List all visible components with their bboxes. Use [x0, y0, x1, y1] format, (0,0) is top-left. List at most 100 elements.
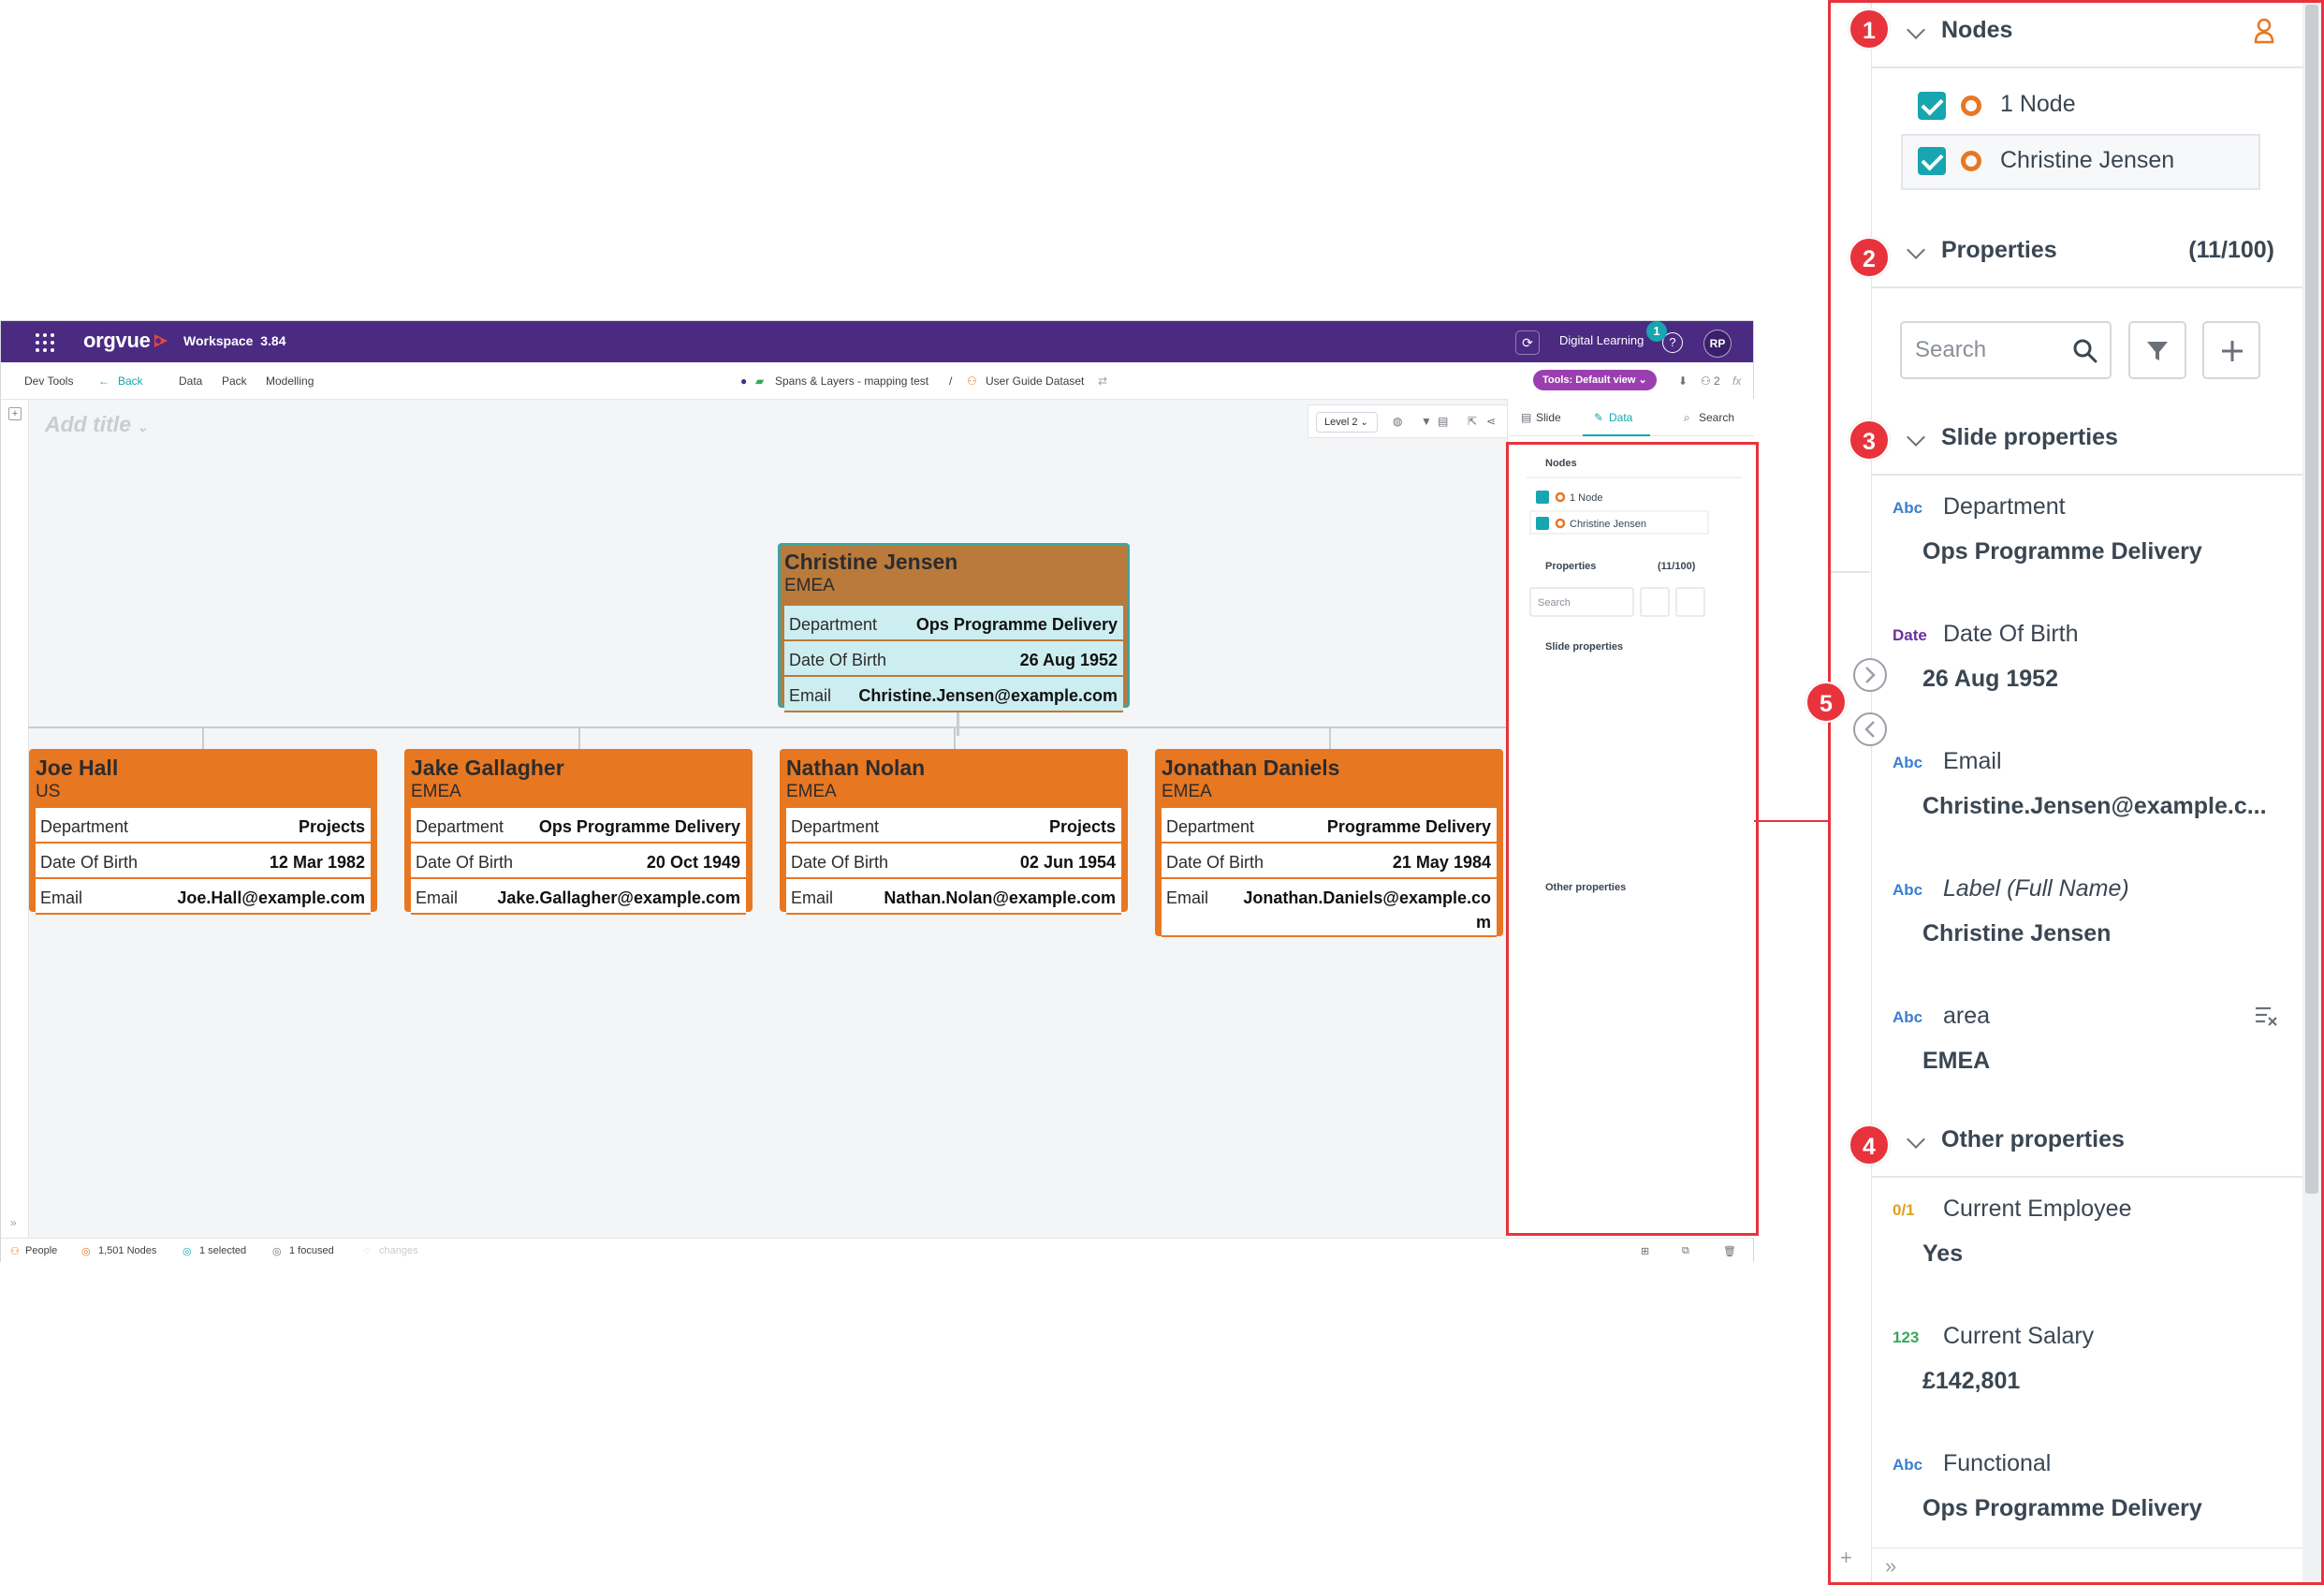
slide-properties-section-header[interactable]: Slide properties: [1872, 410, 2302, 476]
status-nodes[interactable]: 1,501 Nodes: [98, 1245, 156, 1256]
formula-icon[interactable]: fx: [1732, 374, 1741, 388]
node-item[interactable]: 1 Node: [2000, 91, 2076, 118]
chevron-down-icon[interactable]: [1907, 241, 1925, 259]
copy-icon[interactable]: ⧉: [1682, 1245, 1689, 1257]
properties-section-header[interactable]: Properties (11/100): [1872, 223, 2302, 288]
chevron-left-circle-icon[interactable]: [1851, 711, 1889, 748]
top-bar: orgvue Workspace 3.84 ⟳ Digital Learning…: [1, 321, 1753, 362]
share-icon[interactable]: ⋖: [1486, 415, 1496, 428]
search-icon[interactable]: [2072, 338, 2098, 364]
property-value[interactable]: Ops Programme Delivery: [1922, 538, 2202, 565]
globe-icon[interactable]: ◍: [1393, 415, 1402, 428]
layers-icon[interactable]: ▤: [1438, 415, 1448, 428]
property-name[interactable]: Label (Full Name): [1943, 875, 2129, 903]
swap-icon[interactable]: ⇄: [1098, 374, 1107, 388]
filter-icon[interactable]: ▼: [1421, 415, 1432, 428]
org-card-joe-hall[interactable]: Joe Hall US Department Projects Date Of B…: [29, 749, 377, 915]
card-row: Email Joe.Hall@example.com: [36, 879, 371, 915]
mini-checkbox[interactable]: [1536, 517, 1549, 530]
add-node-icon[interactable]: ⊞: [1641, 1245, 1649, 1257]
row-key: Date Of Birth: [1166, 853, 1264, 872]
back-arrow-icon[interactable]: ←: [98, 374, 110, 388]
app-launcher-icon[interactable]: [36, 333, 54, 352]
filter-button[interactable]: [2128, 321, 2186, 379]
menu-dev-tools[interactable]: Dev Tools: [24, 374, 73, 388]
org-card-jonathan-daniels[interactable]: Jonathan Daniels EMEA Department Programm…: [1155, 749, 1503, 937]
org-card-nathan-nolan[interactable]: Nathan Nolan EMEA Department Projects Dat…: [780, 749, 1128, 915]
property-value[interactable]: Christine Jensen: [1922, 920, 2111, 947]
other-properties-section-header[interactable]: Other properties: [1872, 1112, 2302, 1178]
card-name: Christine Jensen: [784, 550, 958, 574]
person-icon[interactable]: [2254, 18, 2274, 44]
tab-data[interactable]: Data: [1609, 411, 1632, 424]
property-name[interactable]: Date Of Birth: [1943, 621, 2079, 648]
tab-slide[interactable]: Slide: [1536, 411, 1561, 424]
breadcrumb-pack[interactable]: Spans & Layers - mapping test: [775, 374, 928, 388]
expand-left-icon[interactable]: »: [10, 1216, 17, 1229]
add-icon[interactable]: +: [1840, 1546, 1852, 1570]
node-checkbox[interactable]: [1918, 92, 1946, 120]
add-title[interactable]: Add title ⌄: [45, 412, 148, 437]
expand-panel-icon[interactable]: »: [1885, 1554, 1896, 1578]
property-value[interactable]: Yes: [1922, 1240, 1963, 1268]
mini-add-button[interactable]: [1675, 587, 1705, 617]
user-avatar[interactable]: RP: [1703, 330, 1732, 358]
tools-view-dropdown[interactable]: Tools: Default view ⌄: [1533, 370, 1657, 390]
node-ring-icon: [1961, 95, 1981, 116]
mini-checkbox[interactable]: [1536, 491, 1549, 504]
tab-search[interactable]: Search: [1699, 411, 1734, 424]
chevron-down-icon[interactable]: [1907, 21, 1925, 39]
row-value: Ops Programme Delivery: [915, 615, 1118, 634]
panel-scrollbar[interactable]: [2302, 3, 2321, 1582]
card-region: EMEA: [411, 782, 461, 801]
property-value[interactable]: Ops Programme Delivery: [1922, 1495, 2202, 1522]
org-card-root[interactable]: Christine Jensen EMEA Department Ops Prog…: [778, 543, 1130, 712]
slide-tab-icon: ▤: [1521, 411, 1532, 424]
row-key: Email: [1166, 888, 1209, 907]
add-slide-icon[interactable]: +: [8, 407, 22, 420]
property-name[interactable]: Email: [1943, 748, 2002, 775]
pin-icon[interactable]: ⬇: [1678, 374, 1688, 388]
status-people[interactable]: People: [25, 1245, 57, 1256]
connector-horizontal: [28, 726, 1507, 728]
mini-node-item[interactable]: 1 Node: [1570, 492, 1602, 504]
card-name: Jake Gallagher: [411, 756, 564, 780]
property-value[interactable]: Christine.Jensen@example.c...: [1922, 793, 2267, 820]
mini-filter-button[interactable]: [1640, 587, 1670, 617]
back-link[interactable]: Back: [118, 374, 143, 388]
status-focused[interactable]: 1 focused: [289, 1245, 334, 1256]
menu-pack[interactable]: Pack: [222, 374, 247, 388]
callout-line: [1754, 820, 1831, 822]
chevron-right-circle-icon[interactable]: [1851, 656, 1889, 694]
digital-learning-link[interactable]: Digital Learning: [1559, 333, 1644, 347]
breadcrumb-dataset[interactable]: User Guide Dataset: [986, 374, 1084, 388]
property-name[interactable]: Current Salary: [1943, 1323, 2094, 1350]
export-icon[interactable]: ⇱: [1468, 415, 1477, 428]
property-name[interactable]: Department: [1943, 493, 2066, 521]
type-number-icon: 123: [1893, 1328, 1920, 1346]
trash-icon[interactable]: 🗑: [1723, 1245, 1736, 1257]
menu-modelling[interactable]: Modelling: [266, 374, 314, 388]
property-name[interactable]: Current Employee: [1943, 1196, 2131, 1223]
refresh-icon[interactable]: ⟳: [1515, 330, 1540, 355]
mini-node-item[interactable]: Christine Jensen: [1570, 519, 1646, 530]
node-checkbox[interactable]: [1918, 147, 1946, 175]
node-item[interactable]: Christine Jensen: [2000, 147, 2174, 174]
list-filter-icon[interactable]: [2254, 1005, 2278, 1027]
add-property-button[interactable]: [2202, 321, 2260, 379]
chevron-down-icon[interactable]: [1907, 1130, 1925, 1149]
panel-scroll-thumb[interactable]: [2305, 5, 2318, 1194]
property-name[interactable]: Functional: [1943, 1450, 2051, 1477]
chevron-down-icon[interactable]: [1907, 428, 1925, 447]
nodes-section-header[interactable]: Nodes: [1872, 3, 2302, 68]
level-select[interactable]: Level 2 ⌄: [1316, 412, 1378, 433]
org-card-jake-gallagher[interactable]: Jake Gallagher EMEA Department Ops Progra…: [404, 749, 753, 915]
property-name[interactable]: area: [1943, 1003, 1990, 1030]
property-value[interactable]: EMEA: [1922, 1048, 1990, 1075]
status-selected[interactable]: 1 selected: [199, 1245, 246, 1256]
property-value[interactable]: 26 Aug 1952: [1922, 666, 2058, 693]
users-icon[interactable]: ⚇: [1701, 374, 1711, 388]
menu-data[interactable]: Data: [179, 374, 202, 388]
property-value[interactable]: £142,801: [1922, 1368, 2020, 1395]
row-key: Department: [416, 817, 504, 836]
